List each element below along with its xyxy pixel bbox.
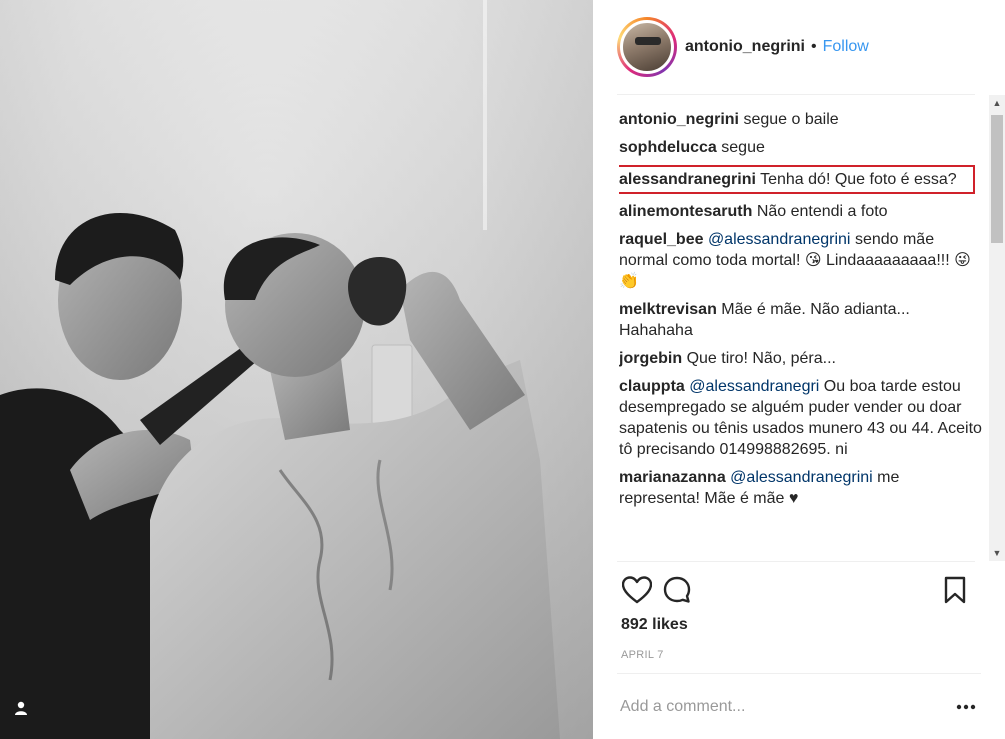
scroll-thumb[interactable] bbox=[991, 115, 1003, 243]
comment-mention[interactable]: @alessandranegri bbox=[689, 378, 819, 395]
post-actions bbox=[617, 561, 975, 617]
comment-text: segue o baile bbox=[743, 111, 839, 128]
profile-avatar bbox=[620, 20, 674, 74]
person-icon[interactable] bbox=[14, 701, 36, 723]
add-comment-bar bbox=[617, 673, 981, 739]
header-username[interactable]: antonio_negrini bbox=[685, 38, 805, 56]
post-date: APRIL 7 bbox=[621, 649, 664, 661]
comment-item: alinemontesaruth Não entendi a foto bbox=[619, 201, 983, 222]
comment-username[interactable]: marianazanna bbox=[619, 469, 726, 486]
comment-mention[interactable]: @alessandranegrini bbox=[730, 469, 873, 486]
comment-item: marianazanna @alessandranegrini me repre… bbox=[619, 467, 983, 509]
scroll-down-arrow-icon[interactable]: ▼ bbox=[989, 545, 1005, 561]
comment-input[interactable] bbox=[617, 697, 951, 716]
comment-text: segue bbox=[721, 139, 765, 156]
photo-illustration bbox=[0, 0, 593, 739]
comments-list[interactable]: antonio_negrini segue o baile sophdelucc… bbox=[619, 109, 983, 559]
comment-username[interactable]: sophdelucca bbox=[619, 139, 717, 156]
likes-count[interactable]: 892 likes bbox=[621, 616, 688, 634]
comment-username[interactable]: raquel_bee bbox=[619, 231, 703, 248]
heart-icon[interactable] bbox=[617, 570, 657, 610]
comment-item-highlighted: alessandranegrini Tenha dó! Que foto é e… bbox=[619, 165, 975, 194]
comment-item: clauppta @alessandranegri Ou boa tarde e… bbox=[619, 376, 983, 460]
comment-item: sophdelucca segue bbox=[619, 137, 983, 158]
comment-item: antonio_negrini segue o baile bbox=[619, 109, 983, 130]
comment-item: jorgebin Que tiro! Não, péra... bbox=[619, 348, 983, 369]
follow-button[interactable]: Follow bbox=[823, 38, 869, 56]
comment-username[interactable]: alinemontesaruth bbox=[619, 203, 752, 220]
avatar[interactable] bbox=[617, 17, 677, 77]
post-side-panel: antonio_negrini • Follow antonio_negrini… bbox=[593, 0, 1005, 739]
comment-username[interactable]: jorgebin bbox=[619, 350, 682, 367]
comment-text: Não entendi a foto bbox=[756, 203, 888, 220]
comment-username[interactable]: clauppta bbox=[619, 378, 685, 395]
comments-scrollbar[interactable]: ▲ ▼ bbox=[989, 95, 1005, 561]
comment-username[interactable]: alessandranegrini bbox=[619, 171, 756, 188]
comment-username[interactable]: antonio_negrini bbox=[619, 111, 739, 128]
comment-bubble-icon[interactable] bbox=[657, 570, 697, 610]
comment-item: raquel_bee @alessandranegrini sendo mãe … bbox=[619, 229, 983, 292]
post-header: antonio_negrini • Follow bbox=[617, 0, 975, 95]
comment-text: Que tiro! Não, péra... bbox=[686, 350, 836, 367]
scroll-up-arrow-icon[interactable]: ▲ bbox=[989, 95, 1005, 111]
comment-username[interactable]: melktrevisan bbox=[619, 301, 717, 318]
bookmark-icon[interactable] bbox=[935, 570, 975, 610]
header-separator: • bbox=[811, 38, 817, 55]
comment-mention[interactable]: @alessandranegrini bbox=[708, 231, 851, 248]
more-options-icon[interactable] bbox=[951, 692, 981, 722]
comment-item: melktrevisan Mãe é mãe. Não adianta... H… bbox=[619, 299, 983, 341]
post-photo[interactable] bbox=[0, 0, 593, 739]
comment-text: Tenha dó! Que foto é essa? bbox=[760, 171, 957, 188]
